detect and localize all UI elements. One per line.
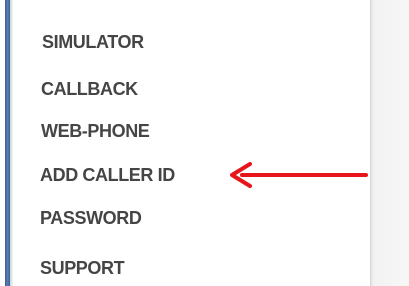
menu-item-label: PASSWORD bbox=[40, 207, 142, 228]
menu-item-label: SUPPORT bbox=[40, 257, 125, 278]
menu-item-web-phone[interactable]: WEB-PHONE bbox=[0, 113, 360, 149]
menu-item-label: ADD CALLER ID bbox=[40, 164, 175, 185]
screenshot-frame: SIMULATOR CALLBACK WEB-PHONE ADD CALLER … bbox=[0, 0, 409, 286]
menu-item-label: CALLBACK bbox=[41, 78, 138, 99]
menu-item-label: SIMULATOR bbox=[42, 31, 144, 52]
left-arrow-icon bbox=[230, 162, 368, 188]
menu-item-simulator[interactable]: SIMULATOR bbox=[0, 24, 360, 60]
menu-item-label: WEB-PHONE bbox=[41, 120, 150, 141]
right-panel-edge bbox=[370, 0, 409, 286]
menu-item-callback[interactable]: CALLBACK bbox=[0, 71, 360, 107]
menu-item-password[interactable]: PASSWORD bbox=[0, 200, 360, 236]
menu-item-support[interactable]: SUPPORT bbox=[0, 250, 360, 286]
